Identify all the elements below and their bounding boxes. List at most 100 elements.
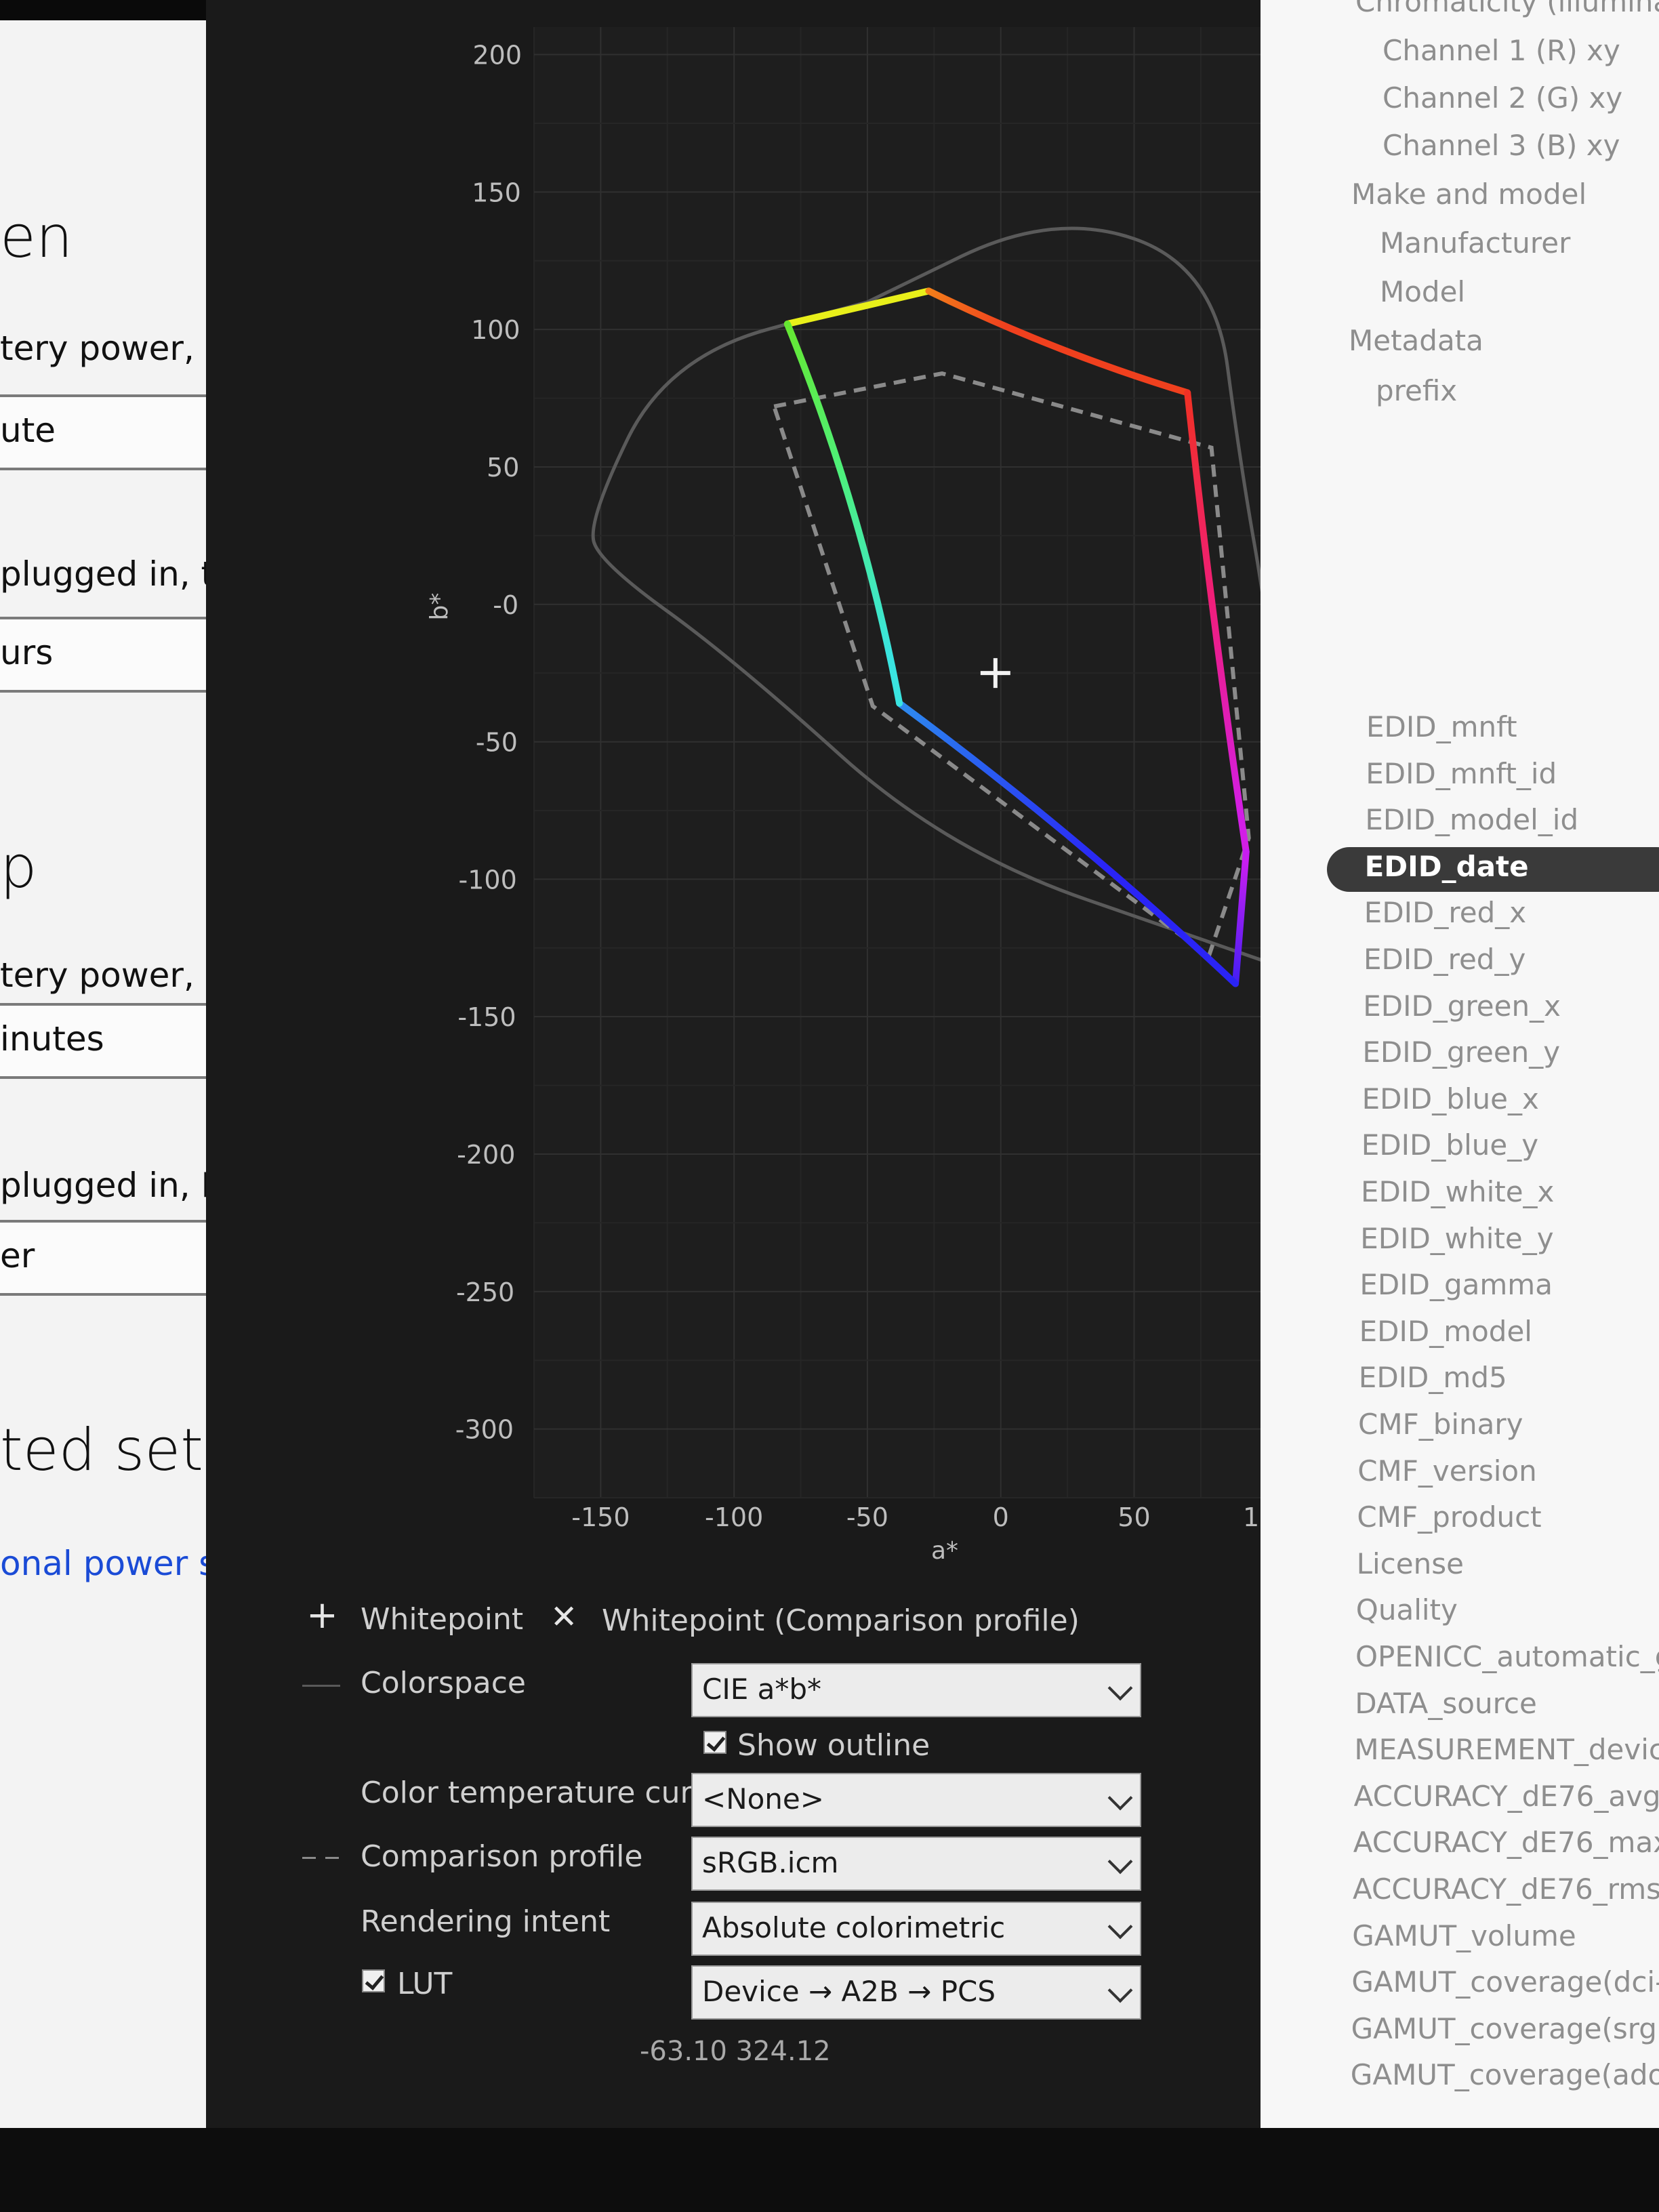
metadata-item[interactable]: GAMUT_coverage(dci-p3 bbox=[1351, 1965, 1659, 1999]
y-tick-label: -250 bbox=[456, 1277, 514, 1307]
tree-item[interactable]: prefix bbox=[1376, 374, 1457, 407]
y-tick-label: -150 bbox=[457, 1002, 516, 1032]
metadata-item[interactable]: ACCURACY_dE76_avg bbox=[1354, 1780, 1659, 1813]
dashed-line-icon bbox=[325, 1857, 339, 1859]
plus-icon: + bbox=[306, 1593, 338, 1637]
metadata-item[interactable]: EDID_blue_x bbox=[1362, 1082, 1539, 1115]
lut-checkbox[interactable] bbox=[362, 1969, 385, 1992]
setting-select-value: ute bbox=[0, 411, 56, 450]
profile-info-panel: Chromaticity (illuminant Channel 1 (R) x… bbox=[1261, 0, 1659, 2128]
metadata-item[interactable]: OPENICC_automatic_ge bbox=[1355, 1640, 1659, 1673]
chevron-down-icon bbox=[1107, 1978, 1133, 2003]
y-tick-label: -100 bbox=[459, 865, 517, 895]
x-axis-label: a* bbox=[931, 1537, 958, 1565]
rendering-intent-label: Rendering intent bbox=[361, 1904, 611, 1939]
legend-whitepoint-comparison: Whitepoint (Comparison profile) bbox=[602, 1603, 1080, 1638]
metadata-item[interactable]: EDID_white_x bbox=[1361, 1175, 1554, 1208]
metadata-item[interactable]: EDID_model_id bbox=[1365, 803, 1578, 836]
lut-dropdown-value: Device → A2B → PCS bbox=[702, 1975, 996, 2008]
metadata-item[interactable]: EDID_md5 bbox=[1359, 1361, 1507, 1394]
x-tick-label: -100 bbox=[705, 1502, 763, 1532]
tree-item[interactable]: Make and model bbox=[1351, 178, 1586, 211]
setting-select[interactable]: inutes bbox=[0, 1003, 214, 1079]
x-tick-label: 0 bbox=[993, 1502, 1009, 1532]
monitor-bezel bbox=[0, 2128, 1659, 2212]
metadata-item[interactable]: GAMUT_coverage(adobe bbox=[1351, 2058, 1659, 2091]
metadata-item[interactable]: ACCURACY_dE76_max bbox=[1353, 1826, 1659, 1859]
tree-item[interactable]: Manufacturer bbox=[1380, 226, 1570, 260]
comparison-profile-value: sRGB.icm bbox=[702, 1846, 839, 1879]
x-axis-ticks: -150 -100 -50 0 50 100 bbox=[571, 1502, 1261, 1532]
tree-item[interactable]: Chromaticity (illuminant bbox=[1355, 0, 1659, 18]
comparison-profile-dropdown[interactable]: sRGB.icm bbox=[691, 1837, 1141, 1891]
tree-item[interactable]: Metadata bbox=[1349, 324, 1483, 357]
metadata-item[interactable]: License bbox=[1357, 1547, 1464, 1580]
y-tick-label: -50 bbox=[476, 728, 518, 758]
y-tick-label: 150 bbox=[472, 178, 521, 207]
metadata-item[interactable]: GAMUT_coverage(srgb) bbox=[1351, 2012, 1659, 2045]
colorspace-dropdown[interactable]: CIE a*b* bbox=[691, 1663, 1141, 1717]
metadata-item[interactable]: EDID_green_x bbox=[1363, 989, 1561, 1023]
color-temperature-curve-label: Color temperature curve bbox=[361, 1776, 729, 1810]
section-heading: en bbox=[0, 203, 73, 271]
metadata-item[interactable]: EDID_mnft_id bbox=[1366, 757, 1557, 790]
metadata-item[interactable]: DATA_source bbox=[1355, 1687, 1537, 1720]
x-tick-label: -50 bbox=[846, 1502, 888, 1532]
metadata-item[interactable]: EDID_red_y bbox=[1364, 943, 1525, 976]
setting-label: tery power, P bbox=[0, 956, 214, 995]
chart-controls: + Whitepoint ✕ Whitepoint (Comparison pr… bbox=[206, 1579, 1261, 2121]
solid-line-icon bbox=[302, 1685, 340, 1687]
metadata-item[interactable]: Quality bbox=[1356, 1593, 1458, 1626]
checkmark-icon bbox=[706, 1732, 726, 1752]
tree-item[interactable]: Channel 2 (G) xy bbox=[1382, 81, 1622, 115]
metadata-item[interactable]: EDID_blue_y bbox=[1361, 1128, 1538, 1162]
additional-power-settings-link[interactable]: onal power se bbox=[0, 1544, 214, 1583]
metadata-item[interactable]: MEASUREMENT_device bbox=[1354, 1733, 1659, 1766]
metadata-item[interactable]: EDID_white_y bbox=[1360, 1222, 1553, 1255]
gamut-chart[interactable]: 200 150 100 50 -0 -50 -100 -150 -200 -250 -300 -15… bbox=[206, 0, 1261, 1572]
tree-item[interactable]: Model bbox=[1380, 275, 1465, 308]
setting-label: plugged in, t bbox=[0, 554, 214, 594]
metadata-item[interactable]: EDID_model bbox=[1359, 1315, 1532, 1348]
setting-select-value: urs bbox=[0, 633, 54, 672]
metadata-item[interactable]: CMF_product bbox=[1357, 1500, 1541, 1534]
settings-window-partial: en tery power, t ute plugged in, t urs p… bbox=[0, 20, 214, 2128]
metadata-item[interactable]: EDID_red_x bbox=[1364, 896, 1526, 929]
setting-select[interactable]: urs bbox=[0, 617, 214, 693]
colorspace-dropdown-value: CIE a*b* bbox=[702, 1673, 821, 1706]
gamut-viewer-panel: 200 150 100 50 -0 -50 -100 -150 -200 -250 -300 -15… bbox=[206, 0, 1261, 2128]
tree-item[interactable]: Channel 3 (B) xy bbox=[1382, 129, 1620, 162]
y-tick-label: -300 bbox=[455, 1415, 514, 1445]
show-outline-checkbox[interactable] bbox=[703, 1731, 726, 1754]
metadata-item[interactable]: GAMUT_volume bbox=[1352, 1919, 1576, 1952]
lut-label: LUT bbox=[397, 1967, 453, 2001]
metadata-item-selected[interactable]: EDID_date bbox=[1365, 850, 1529, 883]
metadata-item[interactable]: EDID_green_y bbox=[1362, 1036, 1560, 1069]
setting-label: tery power, t bbox=[0, 329, 214, 368]
metadata-item[interactable]: CMF_binary bbox=[1358, 1408, 1523, 1441]
setting-select[interactable]: er bbox=[0, 1220, 214, 1296]
y-tick-label: -200 bbox=[457, 1140, 515, 1170]
metadata-item[interactable]: CMF_version bbox=[1357, 1454, 1537, 1488]
tree-item[interactable]: Channel 1 (R) xy bbox=[1382, 34, 1620, 67]
y-tick-label: 50 bbox=[487, 453, 519, 483]
cross-icon: ✕ bbox=[550, 1598, 578, 1636]
metadata-item[interactable]: EDID_mnft bbox=[1366, 710, 1517, 743]
color-temperature-curve-dropdown[interactable]: <None> bbox=[691, 1773, 1141, 1827]
x-tick-label: -150 bbox=[571, 1502, 630, 1532]
setting-select-value: er bbox=[0, 1236, 35, 1275]
show-outline-label: Show outline bbox=[737, 1728, 930, 1763]
setting-label: plugged in, P bbox=[0, 1166, 214, 1205]
x-tick-label: 50 bbox=[1118, 1502, 1150, 1532]
checkmark-icon bbox=[365, 1971, 384, 1990]
rendering-intent-dropdown[interactable]: Absolute colorimetric bbox=[691, 1902, 1141, 1956]
comparison-profile-label: Comparison profile bbox=[361, 1839, 643, 1874]
legend-whitepoint: Whitepoint bbox=[361, 1602, 524, 1637]
section-heading: ted setti bbox=[0, 1416, 214, 1484]
chevron-down-icon bbox=[1107, 1849, 1133, 1875]
metadata-item[interactable]: EDID_gamma bbox=[1359, 1268, 1553, 1301]
lut-dropdown[interactable]: Device → A2B → PCS bbox=[691, 1965, 1141, 2020]
setting-select[interactable]: ute bbox=[0, 394, 214, 470]
setting-select-value: inutes bbox=[0, 1019, 104, 1059]
metadata-item[interactable]: ACCURACY_dE76_rms bbox=[1353, 1872, 1659, 1906]
